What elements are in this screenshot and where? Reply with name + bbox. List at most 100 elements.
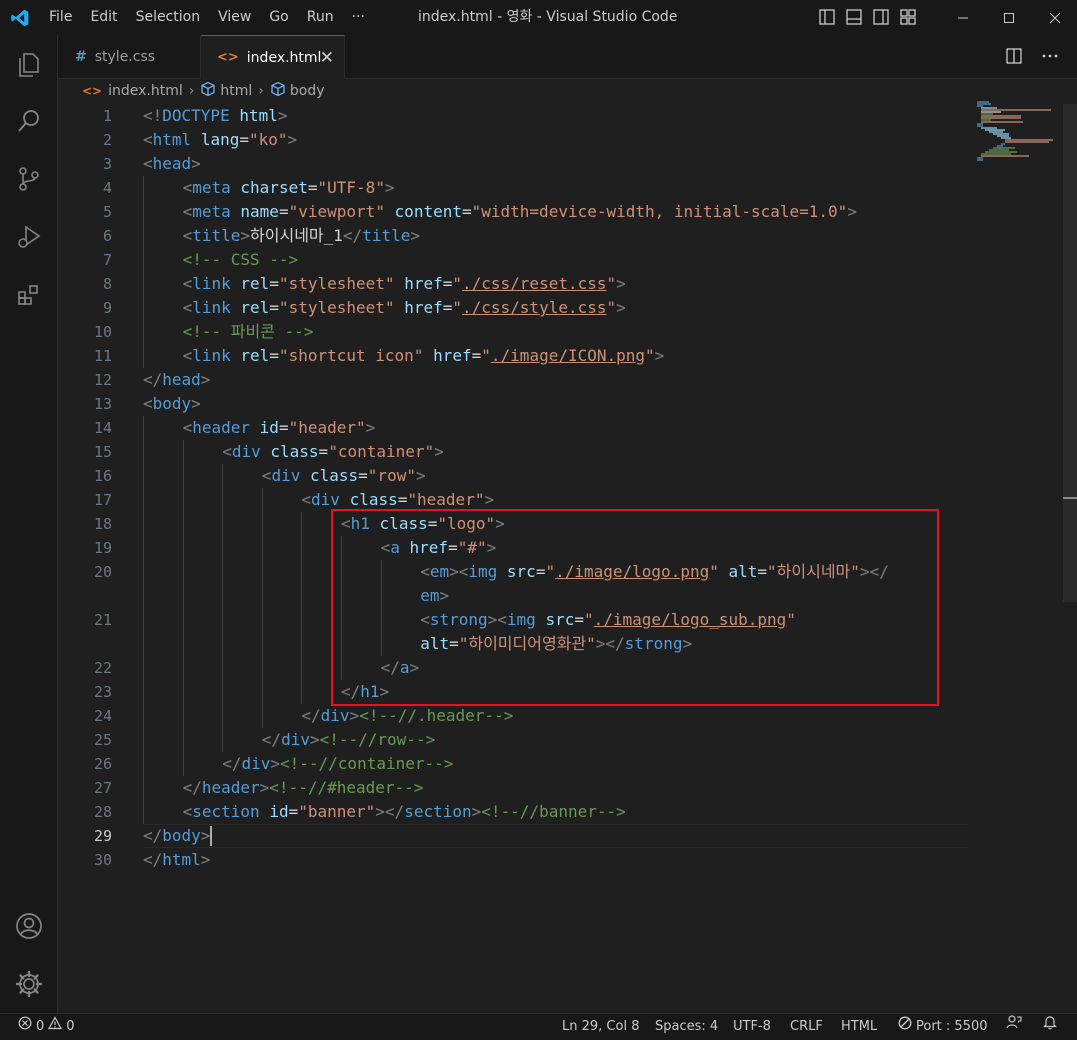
element-cube-icon [200,81,216,101]
indentation-status[interactable]: Spaces: 4 [655,1014,718,1040]
code-token: < [182,226,193,245]
code-token: DOCTYPE [162,106,230,125]
code-token: body [152,394,192,413]
run-and-debug-icon[interactable] [0,213,58,261]
cursor-position[interactable]: Ln 29, Col 8 [562,1014,639,1040]
split-editor-icon[interactable] [1005,47,1023,69]
line-number: 13 [93,395,112,413]
more-actions-icon[interactable] [1041,47,1059,69]
code-token: < [143,394,153,413]
code-token: > [200,826,211,845]
code-token: href [433,346,472,365]
breadcrumb-file[interactable]: index.html [108,83,183,99]
line-number: 1 [102,107,112,125]
feedback-icon[interactable] [1006,1014,1022,1030]
code-token: < [182,202,193,221]
menu-file[interactable]: File [40,0,81,35]
code-token: = [278,202,289,221]
toggle-secondary-sidebar-icon[interactable] [872,8,890,30]
menu-view[interactable]: View [209,0,260,35]
notifications-bell-icon[interactable] [1042,1014,1058,1030]
port-label: Port : 5500 [916,1019,988,1034]
error-icon [18,1014,32,1040]
indent-guide [301,512,303,704]
tab-style-css[interactable]: # style.css [58,35,201,79]
menu-run[interactable]: Run [298,0,343,35]
code-token: > [309,730,320,749]
vertical-scrollbar[interactable] [1063,104,1077,602]
breadcrumb-html[interactable]: html [220,83,252,99]
minimap[interactable] [975,100,1055,170]
code-token: div [311,490,340,509]
code-token: charset [240,178,308,197]
close-window-button[interactable] [1032,0,1077,35]
code-token: "banner" [298,802,376,821]
code-token: < [222,442,232,461]
code-token: href [404,298,443,317]
close-tab-icon[interactable]: ✕ [320,48,334,68]
code-token: rel [240,346,270,365]
code-token: > [191,154,201,173]
code-token: > [434,442,444,461]
minimize-button[interactable] [940,0,986,35]
code-token: < [182,298,193,317]
maximize-button[interactable] [986,0,1032,35]
menu-edit[interactable]: Edit [81,0,126,35]
menu-selection[interactable]: Selection [127,0,210,35]
live-server-status[interactable]: Port : 5500 [898,1014,988,1040]
code-token: section [404,802,472,821]
encoding-status[interactable]: UTF-8 [733,1014,771,1040]
source-control-icon[interactable] [0,155,58,203]
line-number: 14 [93,419,112,437]
code-token: > [191,394,201,413]
code-token: " [452,274,462,293]
menu-go[interactable]: Go [260,0,297,35]
line-number: 25 [93,731,112,749]
language-mode[interactable]: HTML [841,1014,877,1040]
code-text: <link rel="stylesheet" href="./css/style… [183,296,626,320]
extensions-icon[interactable] [0,271,58,319]
line-number: 5 [102,203,112,221]
customize-layout-icon[interactable] [899,8,917,30]
code-token: = [318,442,329,461]
code-token: link [192,346,231,365]
code-token: > [384,178,395,197]
code-token: content [394,202,462,221]
code-token: </ [143,850,163,869]
toggle-primary-sidebar-icon[interactable] [818,8,836,30]
code-text: </header><!--//#header--> [183,776,424,800]
code-text: <!-- 파비콘 --> [183,320,314,344]
code-token: "row" [367,466,416,485]
line-number: 20 [93,563,112,581]
code-token: div [231,442,261,461]
code-token: </ [143,370,163,389]
code-token: ./css/style.css [462,298,607,317]
manage-gear-icon[interactable] [0,960,58,1008]
line-number: 12 [93,371,112,389]
code-token: > [259,778,270,797]
accounts-icon[interactable] [0,902,58,950]
code-token: <!-- 파비콘 --> [182,322,314,341]
problems-status[interactable]: 0 0 [18,1014,75,1040]
code-token: header [201,778,260,797]
code-token: "ko" [248,130,288,149]
toggle-panel-icon[interactable] [845,8,863,30]
code-token: > [287,130,298,149]
vscode-logo-icon [0,0,40,35]
html-brackets-icon: <> [217,50,239,65]
tab-index-html[interactable]: <> index.html ✕ [201,35,345,79]
menu-more-button[interactable]: ··· [343,0,374,35]
code-token: > [616,274,626,293]
code-token: " [481,346,491,365]
search-icon[interactable] [0,97,58,145]
eol-status[interactable]: CRLF [790,1014,823,1040]
line-number: 18 [93,515,112,533]
explorer-icon[interactable] [0,40,58,88]
breadcrumb-body[interactable]: body [290,83,325,99]
code-token: ></ [375,802,405,821]
code-token: div [271,466,301,485]
code-token: < [182,802,193,821]
